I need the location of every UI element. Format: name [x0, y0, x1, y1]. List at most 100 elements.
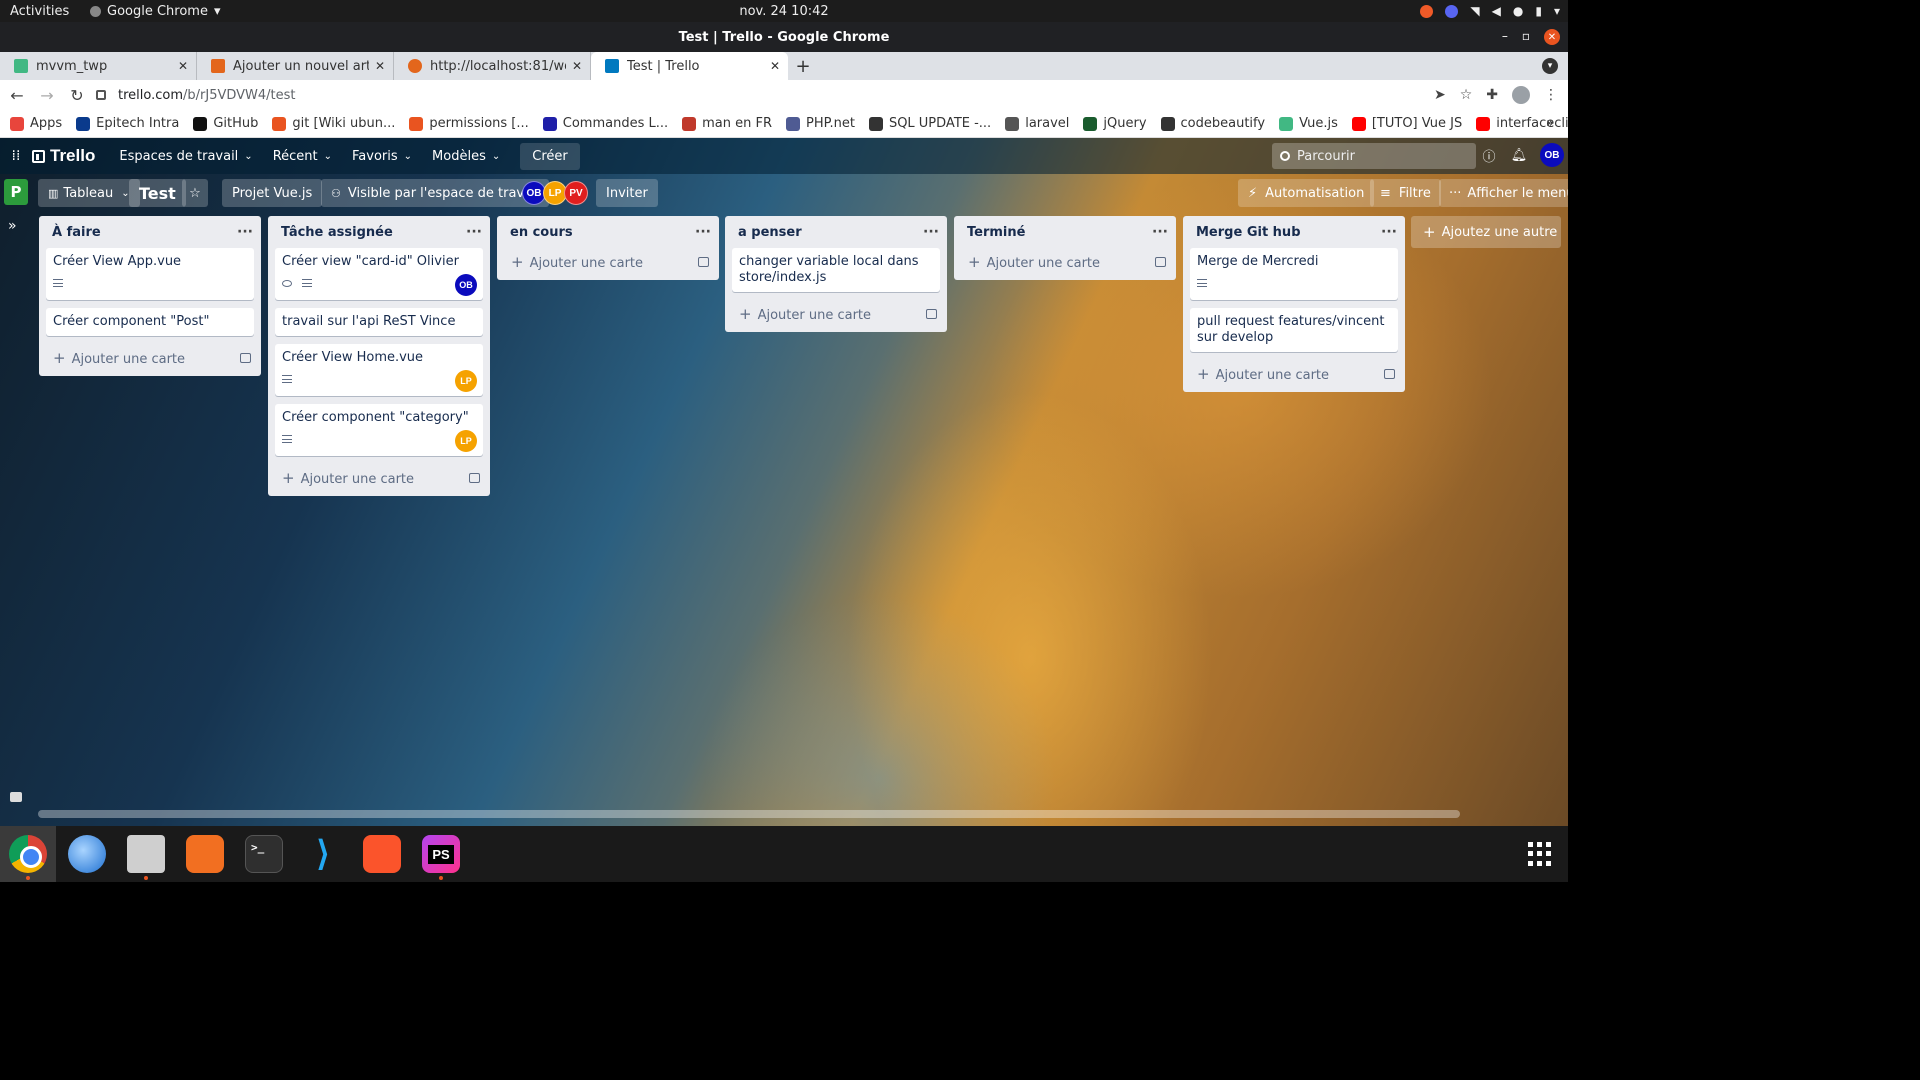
invite-button[interactable]: Inviter — [596, 179, 658, 207]
show-menu-button[interactable]: ··· Afficher le menu — [1439, 179, 1568, 207]
card[interactable]: Créer component "category" LP — [275, 404, 483, 456]
list-title[interactable]: À faire — [52, 225, 101, 240]
close-tab-icon[interactable]: ✕ — [178, 59, 188, 73]
card[interactable]: travail sur l'api ReST Vince — [275, 308, 483, 336]
back-icon[interactable]: ← — [4, 86, 30, 105]
nav-templates[interactable]: Modèles ⌄ — [424, 140, 508, 172]
bookmark-item[interactable]: laravel — [1005, 116, 1069, 131]
card-template-icon[interactable] — [1384, 369, 1395, 379]
volume-icon[interactable]: ◀ — [1492, 4, 1501, 18]
browser-tab[interactable]: mvvm_twp ✕ — [0, 52, 197, 80]
trello-logo[interactable]: Trello — [32, 146, 95, 166]
bookmark-item[interactable]: permissions [... — [409, 116, 529, 131]
notifications-bell-icon[interactable]: 🔔︎ — [1510, 146, 1528, 164]
extensions-icon[interactable]: ✚ — [1486, 87, 1498, 103]
bookmark-item[interactable]: PHP.net — [786, 116, 855, 131]
nav-starred[interactable]: Favoris ⌄ — [344, 140, 420, 172]
bookmark-item[interactable]: Commandes L... — [542, 116, 668, 131]
show-applications-icon[interactable] — [1528, 842, 1552, 866]
bookmark-item[interactable]: codebeautify — [1160, 116, 1265, 131]
info-icon[interactable]: ⓘ — [1480, 146, 1498, 165]
address-bar[interactable]: trello.com/b/rJ5VDVW4/test — [90, 83, 1480, 107]
activities-button[interactable]: Activities — [0, 4, 90, 19]
horizontal-scrollbar[interactable] — [38, 810, 1460, 818]
camera-icon[interactable] — [10, 792, 22, 802]
dock-launcher[interactable]: ⟩ — [295, 826, 351, 882]
dock-launcher[interactable] — [59, 826, 115, 882]
bookmark-item[interactable]: Vue.js — [1279, 116, 1338, 131]
board-view-switcher[interactable]: ▥ Tableau ⌄ — [38, 179, 140, 207]
bookmark-item[interactable]: GitHub — [193, 116, 258, 131]
list-header[interactable]: Tâche assignée ··· — [268, 216, 490, 248]
clock[interactable]: nov. 24 10:42 — [0, 4, 1568, 19]
list-menu-icon[interactable]: ··· — [923, 224, 939, 240]
add-card-button[interactable]: + Ajouter une carte — [497, 248, 719, 272]
apps-switcher-icon[interactable]: ⁞⁞ — [0, 148, 32, 164]
list-header[interactable]: en cours ··· — [497, 216, 719, 248]
card-template-icon[interactable] — [926, 309, 937, 319]
card[interactable]: Créer View Home.vue LP — [275, 344, 483, 396]
wifi-icon[interactable]: ◥ — [1470, 4, 1479, 18]
search-input[interactable]: Parcourir — [1272, 143, 1476, 169]
card-template-icon[interactable] — [240, 353, 251, 363]
close-window-icon[interactable]: ✕ — [1544, 29, 1560, 45]
card[interactable]: Créer component "Post" — [46, 308, 254, 336]
close-tab-icon[interactable]: ✕ — [572, 59, 582, 73]
bookmark-item[interactable]: [TUTO] Vue JS — [1351, 116, 1462, 131]
maximize-icon[interactable]: ▫ — [1522, 29, 1530, 45]
nav-recent[interactable]: Récent ⌄ — [265, 140, 340, 172]
card-member-avatar[interactable]: OB — [455, 274, 477, 296]
close-tab-icon[interactable]: ✕ — [375, 59, 385, 73]
list-menu-icon[interactable]: ··· — [237, 224, 253, 240]
browser-tab-active[interactable]: Test | Trello ✕ — [591, 52, 788, 80]
automation-button[interactable]: ⚡︎ Automatisation — [1238, 179, 1375, 207]
kebab-menu-icon[interactable]: ⋮ — [1544, 87, 1558, 103]
add-card-button[interactable]: + Ajouter une carte — [39, 344, 261, 368]
system-tray[interactable]: ◥ ◀ ● ▮ ▾ — [1420, 0, 1560, 22]
add-card-button[interactable]: + Ajouter une carte — [954, 248, 1176, 272]
dock-launcher[interactable] — [118, 826, 174, 882]
card-member-avatar[interactable]: LP — [455, 370, 477, 392]
dock-launcher[interactable]: >_ — [236, 826, 292, 882]
app-menu[interactable]: Google Chrome ▾ — [90, 4, 221, 19]
card-template-icon[interactable] — [1155, 257, 1166, 267]
expand-sidebar-icon[interactable]: » — [8, 218, 17, 234]
browser-tab[interactable]: Ajouter un nouvel article ✕ — [197, 52, 394, 80]
list-menu-icon[interactable]: ··· — [466, 224, 482, 240]
send-icon[interactable]: ➤ — [1434, 87, 1446, 103]
list-title[interactable]: Tâche assignée — [281, 225, 393, 240]
dock-launcher[interactable] — [0, 826, 56, 882]
list-menu-icon[interactable]: ··· — [1152, 224, 1168, 240]
card-template-icon[interactable] — [469, 473, 480, 483]
list-title[interactable]: Merge Git hub — [1196, 225, 1301, 240]
bookmark-item[interactable]: Epitech Intra — [76, 116, 179, 131]
card[interactable]: pull request features/vincent sur develo… — [1190, 308, 1398, 352]
brave-tray-icon[interactable] — [1420, 4, 1434, 18]
list-menu-icon[interactable]: ··· — [695, 224, 711, 240]
power-menu-icon[interactable]: ▾ — [1554, 4, 1560, 18]
member-avatar[interactable]: PV — [564, 181, 588, 205]
list-menu-icon[interactable]: ··· — [1381, 224, 1397, 240]
list-header[interactable]: À faire ··· — [39, 216, 261, 248]
workspace-button[interactable]: Projet Vue.js — [222, 179, 323, 207]
create-button[interactable]: Créer — [520, 142, 580, 170]
bookmark-item[interactable]: jQuery — [1083, 116, 1147, 131]
list-title[interactable]: en cours — [510, 225, 573, 240]
board-title[interactable]: Test — [129, 179, 186, 207]
card[interactable]: changer variable local dans store/index.… — [732, 248, 940, 292]
bookmark-item[interactable]: git [Wiki ubun... — [272, 116, 395, 131]
microphone-icon[interactable]: ● — [1513, 4, 1523, 18]
card-member-avatar[interactable]: LP — [455, 430, 477, 452]
visibility-button[interactable]: ⚇ Visible par l'espace de travail — [321, 179, 550, 207]
list-title[interactable]: Terminé — [967, 225, 1025, 240]
filter-button[interactable]: ≡ Filtre — [1370, 179, 1441, 207]
bookmark-item[interactable]: SQL UPDATE -... — [868, 116, 991, 131]
bookmark-item[interactable]: interfaceclien... — [1476, 116, 1568, 131]
battery-icon[interactable]: ▮ — [1535, 4, 1542, 18]
list-header[interactable]: Terminé ··· — [954, 216, 1176, 248]
list-header[interactable]: Merge Git hub ··· — [1183, 216, 1405, 248]
list-header[interactable]: a penser ··· — [725, 216, 947, 248]
dock-launcher[interactable] — [177, 826, 233, 882]
card[interactable]: Merge de Mercredi — [1190, 248, 1398, 300]
lock-icon[interactable] — [96, 90, 106, 100]
